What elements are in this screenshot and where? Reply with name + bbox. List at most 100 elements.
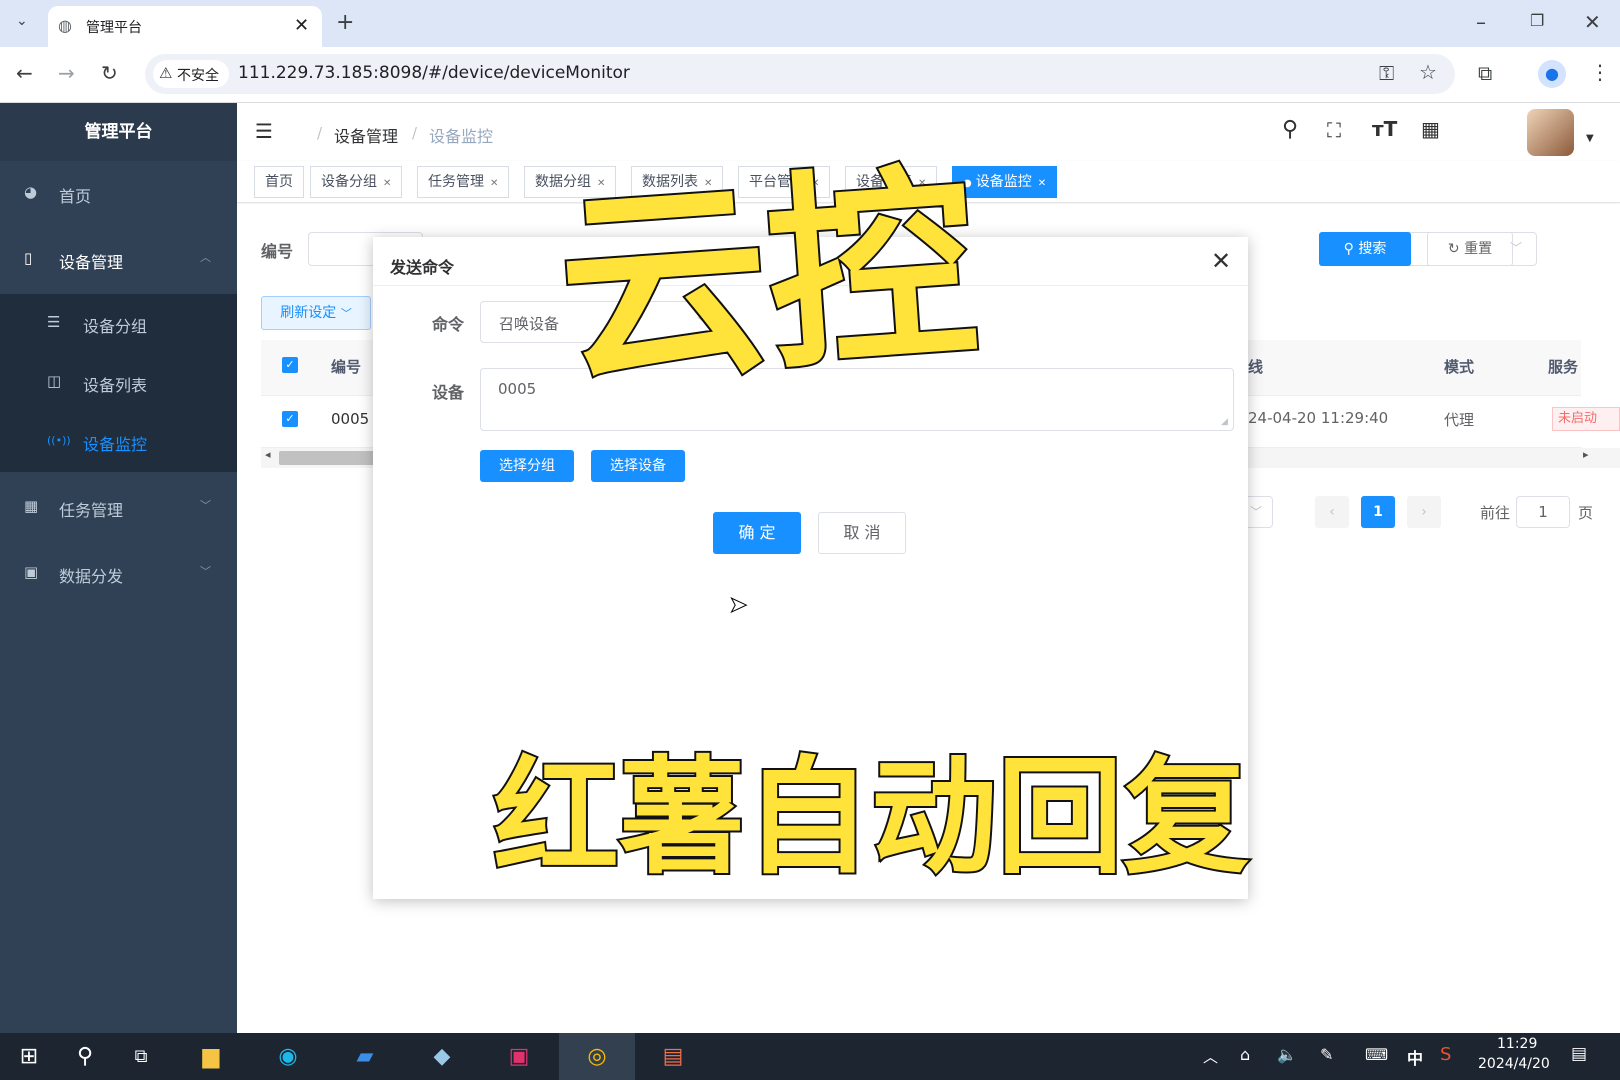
omnibox[interactable]: ⚠ 不安全 111.229.73.185:8098/#/device/devic… xyxy=(145,54,1455,94)
grid-icon[interactable]: ▦ xyxy=(1421,117,1440,141)
tab-list-icon[interactable]: ⌄ xyxy=(16,14,28,28)
hamburger-icon[interactable]: ☰ xyxy=(255,119,273,143)
url-text[interactable]: 111.229.73.185:8098/#/device/deviceMonit… xyxy=(238,63,630,83)
sidebar-item-data-distribution[interactable]: ▣ 数据分发 ﹀ xyxy=(0,541,237,607)
input-method-icon[interactable]: S xyxy=(1440,1044,1451,1065)
minimize-icon[interactable]: – xyxy=(1476,12,1486,32)
scrollbar-thumb[interactable] xyxy=(279,451,379,465)
back-icon[interactable]: ← xyxy=(16,63,33,83)
sidebar-item-device-group[interactable]: ☰ 设备分组 xyxy=(0,294,237,353)
dialog-title: 发送命令 xyxy=(390,258,455,277)
select-group-button[interactable]: 选择分组 xyxy=(480,450,574,482)
tray-chevron-icon[interactable]: ︿ xyxy=(1203,1046,1218,1067)
sidebar-item-label: 设备列表 xyxy=(83,376,148,395)
volume-icon[interactable]: 🔈 xyxy=(1277,1045,1297,1064)
edge-icon[interactable]: ◉ xyxy=(265,1033,311,1080)
signal-icon: ((•)) xyxy=(47,434,71,447)
select-device-button[interactable]: 选择设备 xyxy=(591,450,685,482)
cancel-button[interactable]: 取 消 xyxy=(818,512,906,554)
tab-title: 管理平台 xyxy=(86,20,142,36)
close-icon[interactable]: ✕ xyxy=(1038,178,1046,189)
tag-home[interactable]: 首页 xyxy=(254,166,304,198)
chevron-down-icon: ﹀ xyxy=(200,565,211,578)
reset-button[interactable]: ↻ 重置 xyxy=(1427,232,1513,266)
close-icon[interactable]: ✕ xyxy=(1211,247,1231,275)
extensions-icon[interactable]: ⧉ xyxy=(1478,63,1492,83)
resize-handle-icon[interactable]: ◢ xyxy=(1221,417,1228,427)
sidebar-item-task-management[interactable]: ▦ 任务管理 ﹀ xyxy=(0,475,237,541)
reload-icon[interactable]: ↻ xyxy=(101,63,118,83)
clock-date[interactable]: 2024/4/20 xyxy=(1478,1056,1550,1072)
chrome-icon[interactable]: ◎ xyxy=(559,1033,635,1080)
status-badge: 未启动 xyxy=(1552,407,1620,431)
app-icon[interactable]: ▤ xyxy=(650,1033,696,1080)
windows-start-icon[interactable]: ⊞ xyxy=(6,1033,52,1080)
close-icon[interactable]: ✕ xyxy=(490,178,498,189)
profile-icon[interactable]: ● xyxy=(1538,60,1566,88)
goto-page-input[interactable]: 1 xyxy=(1516,496,1570,528)
breadcrumb-separator: / xyxy=(412,124,418,142)
restore-icon[interactable]: ❐ xyxy=(1530,13,1544,29)
forward-icon[interactable]: → xyxy=(58,63,75,83)
android-icon[interactable]: ▣ xyxy=(496,1033,542,1080)
tag-task-management[interactable]: 任务管理 ✕ xyxy=(417,166,510,198)
sidebar-item-label: 任务管理 xyxy=(59,501,124,520)
network-icon[interactable]: ⌂ xyxy=(1240,1045,1250,1064)
overlay-caption-top: 云控 xyxy=(550,142,986,416)
sidebar-item-device-monitor[interactable]: ((•)) 设备监控 xyxy=(0,412,237,471)
device-label: 设备 xyxy=(432,383,465,402)
close-tab-icon[interactable]: ✕ xyxy=(294,15,309,36)
column-header-mode: 模式 xyxy=(1444,358,1475,376)
breadcrumb-item[interactable]: 设备管理 xyxy=(334,123,398,147)
file-explorer-icon[interactable]: ▆ xyxy=(188,1033,234,1080)
search-icon[interactable]: ⚲ xyxy=(62,1033,108,1080)
dashboard-icon: ◕ xyxy=(24,183,38,201)
pen-icon[interactable]: ✎ xyxy=(1320,1045,1333,1064)
sidebar-item-home[interactable]: ◕ 首页 xyxy=(0,161,237,227)
sidebar-item-label: 首页 xyxy=(59,187,92,206)
keyboard-icon[interactable]: ⌨ xyxy=(1365,1045,1388,1064)
tag-device-group[interactable]: 设备分组 ✕ xyxy=(310,166,403,198)
monitor-icon: ▣ xyxy=(24,563,39,581)
page-number-button[interactable]: 1 xyxy=(1361,496,1395,528)
key-icon[interactable]: ⚿ xyxy=(1379,63,1394,83)
menu-icon[interactable]: ⋮ xyxy=(1590,62,1610,82)
caret-down-icon[interactable]: ▼ xyxy=(1586,133,1594,144)
refresh-setting-label: 刷新设定 xyxy=(280,305,337,321)
new-tab-icon[interactable]: + xyxy=(336,12,354,34)
refresh-icon: ↻ xyxy=(1447,241,1465,257)
ime-indicator[interactable]: 中 xyxy=(1407,1045,1423,1069)
notification-icon[interactable]: ▤ xyxy=(1571,1044,1587,1064)
confirm-button[interactable]: 确 定 xyxy=(713,512,801,554)
row-checkbox[interactable]: ✓ xyxy=(282,411,298,427)
select-all-checkbox[interactable]: ✓ xyxy=(282,357,298,373)
fullscreen-icon[interactable]: ⛶ xyxy=(1327,118,1341,142)
sidebar-item-device-management[interactable]: ▯ 设备管理 ︿ xyxy=(0,227,237,293)
browser-tab[interactable]: ◍ 管理平台 ✕ xyxy=(48,6,322,47)
overlay-caption-bottom: 红薯自动回复 xyxy=(491,744,1251,891)
cell-online-time: 24-04-20 11:29:40 xyxy=(1248,409,1389,427)
close-icon[interactable]: ✕ xyxy=(383,178,391,189)
next-page-button[interactable]: › xyxy=(1407,496,1441,528)
scroll-right-icon[interactable]: ▸ xyxy=(1583,448,1589,461)
star-icon[interactable]: ☆ xyxy=(1419,62,1437,82)
avatar[interactable] xyxy=(1527,109,1574,156)
number-filter-label: 编号 xyxy=(261,242,294,261)
app-icon[interactable]: ◆ xyxy=(419,1033,465,1080)
font-size-icon[interactable]: ᴛT xyxy=(1372,117,1397,141)
task-view-icon[interactable]: ⧉ xyxy=(118,1033,164,1080)
search-button[interactable]: ⚲ 搜索 xyxy=(1319,232,1411,266)
search-icon[interactable]: ⚲ xyxy=(1282,117,1298,142)
refresh-setting-dropdown[interactable]: 刷新设定 ﹀ xyxy=(261,296,371,330)
sidebar-item-label: 设备监控 xyxy=(83,435,148,454)
scroll-left-icon[interactable]: ◂ xyxy=(265,448,271,461)
photos-icon[interactable]: ▰ xyxy=(342,1033,388,1080)
close-window-icon[interactable]: ✕ xyxy=(1584,12,1601,32)
goto-label: 前往 xyxy=(1480,504,1511,522)
page-unit-label: 页 xyxy=(1578,504,1594,522)
clock-time[interactable]: 11:29 xyxy=(1497,1036,1537,1052)
sidebar-item-device-list[interactable]: ◫ 设备列表 xyxy=(0,353,237,412)
prev-page-button[interactable]: ‹ xyxy=(1315,496,1349,528)
table-icon: ▦ xyxy=(24,497,39,515)
sidebar-logo: 管理平台 xyxy=(0,103,237,161)
